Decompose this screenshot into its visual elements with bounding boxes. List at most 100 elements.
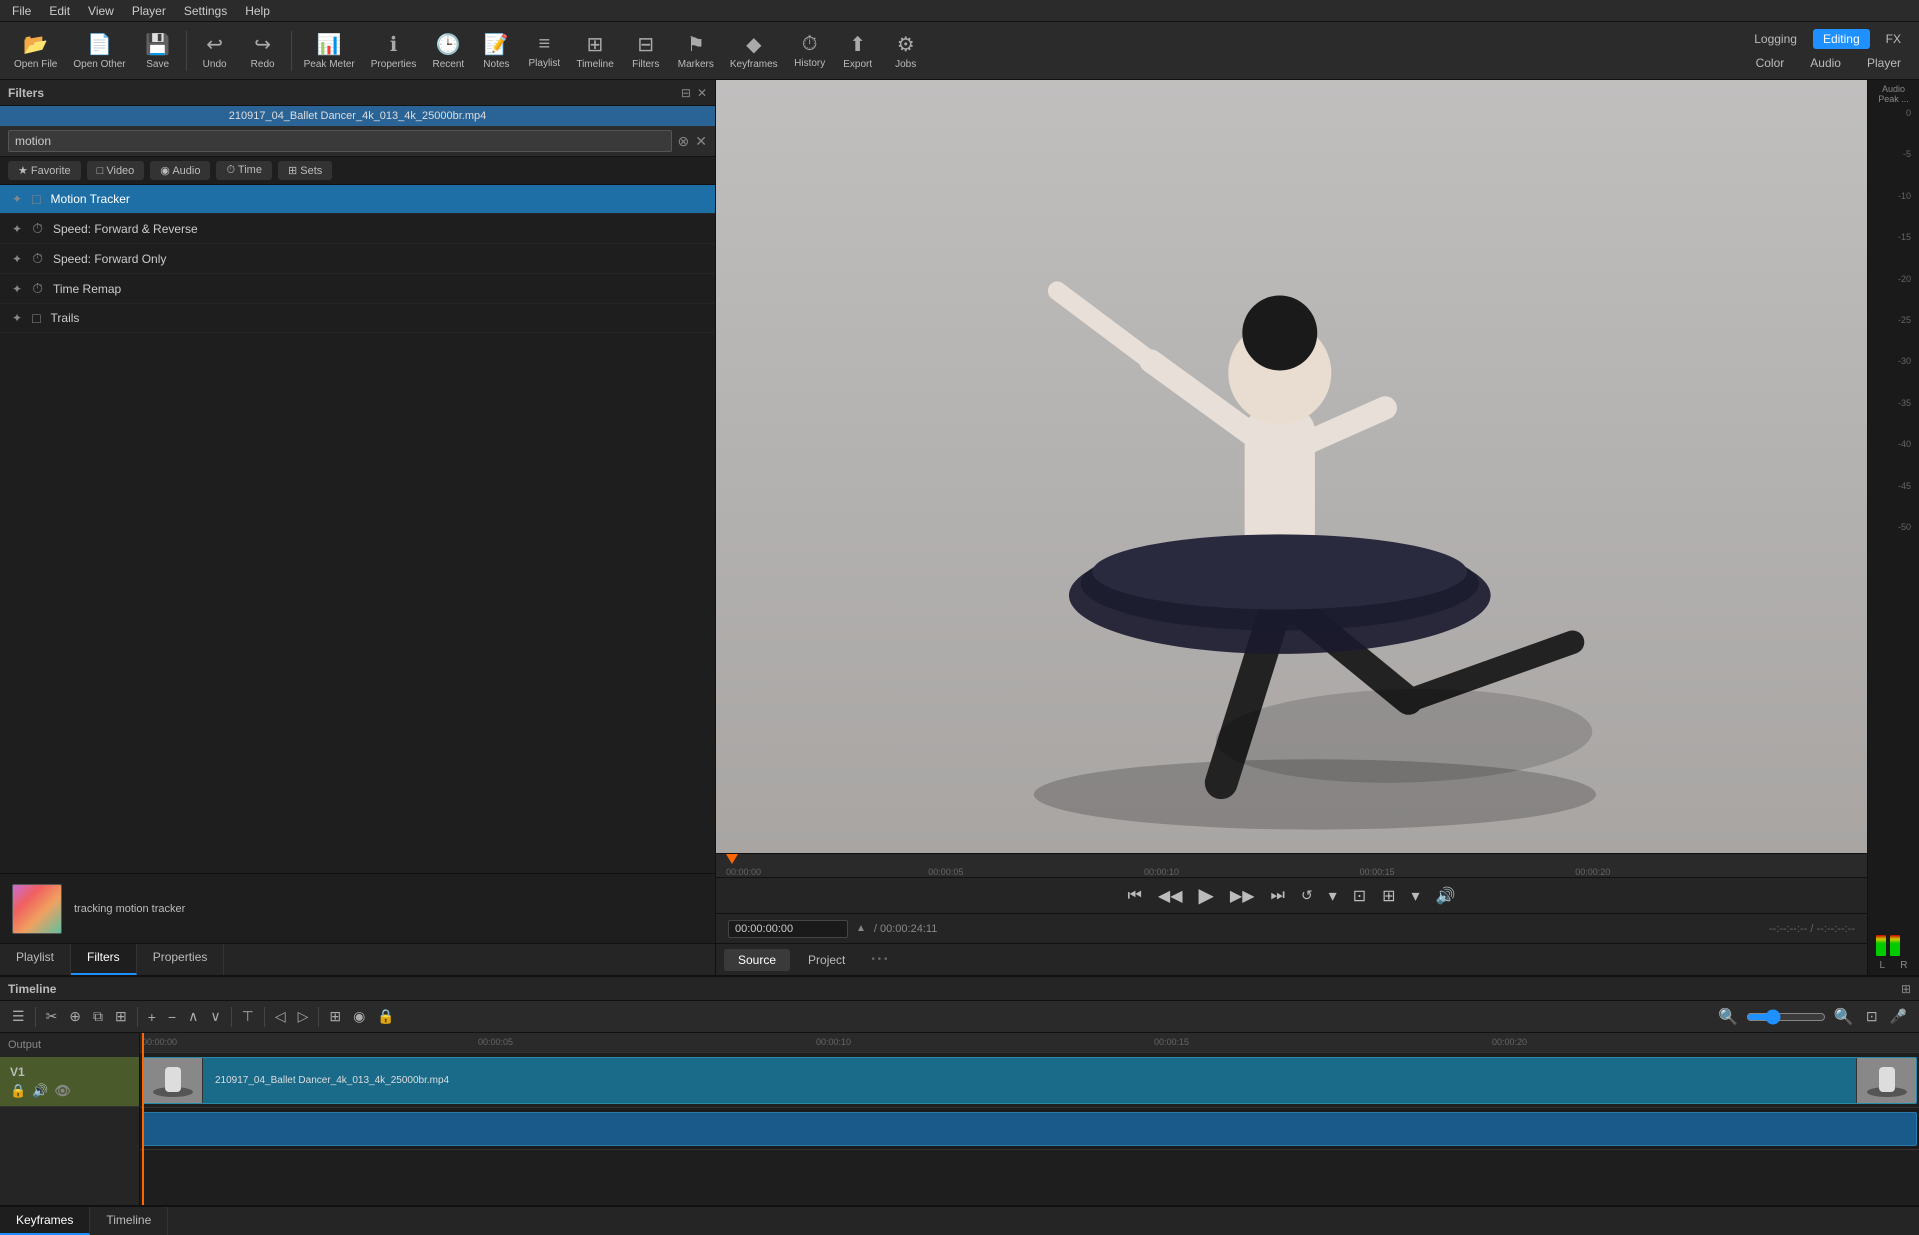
- tab-properties[interactable]: Properties: [137, 944, 225, 975]
- track-visible-icon[interactable]: 👁: [54, 1083, 71, 1099]
- track-lock-icon[interactable]: 🔒: [10, 1083, 26, 1099]
- tab-project[interactable]: Project: [794, 949, 859, 971]
- workspace-color[interactable]: Color: [1746, 53, 1795, 73]
- history-button[interactable]: ⏱ History: [788, 26, 832, 76]
- peak-label-0: 0: [1872, 108, 1915, 118]
- tl-append-button[interactable]: ⊞: [111, 1006, 131, 1027]
- workspace-player[interactable]: Player: [1857, 53, 1911, 73]
- skip-to-start-button[interactable]: ⏮: [1124, 883, 1146, 909]
- tl-menu-button[interactable]: ☰: [8, 1006, 29, 1027]
- tl-sep-5: [318, 1007, 319, 1027]
- jobs-button[interactable]: ⚙ Jobs: [884, 26, 928, 76]
- audio-clip[interactable]: [142, 1112, 1917, 1146]
- panel-shrink-icon[interactable]: ⊟: [681, 86, 691, 100]
- zoom-slider[interactable]: [1746, 1009, 1826, 1025]
- skip-to-end-button[interactable]: ⏭: [1267, 883, 1289, 909]
- filter-tab-favorite[interactable]: ★ Favorite: [8, 161, 81, 180]
- player-controls: ⏮ ◀◀ ▶ ▶▶ ⏭ ↺ ▾ ⊡ ⊞ ▾ 🔊: [716, 877, 1867, 913]
- tab-filters[interactable]: Filters: [71, 944, 137, 975]
- tl-ruler-mark-4: 00:00:20: [1492, 1037, 1527, 1047]
- tl-up-button[interactable]: ∧: [184, 1006, 202, 1027]
- filter-item-speed-forward-reverse[interactable]: ✦ ⏱ Speed: Forward & Reverse: [0, 214, 715, 244]
- tl-copy-button[interactable]: ⊕: [65, 1006, 85, 1027]
- tl-prev-edit-button[interactable]: ◁: [271, 1006, 290, 1027]
- search-input[interactable]: [8, 130, 672, 152]
- tl-snap-button[interactable]: ◉: [349, 1006, 369, 1027]
- tab-timeline[interactable]: Timeline: [90, 1207, 168, 1235]
- tl-ripple-button[interactable]: ⊞: [325, 1006, 345, 1027]
- play-forward-fast-button[interactable]: ▶▶: [1226, 882, 1259, 910]
- filter-tab-audio[interactable]: ◉ Audio: [150, 161, 210, 180]
- search-close-icon[interactable]: ✕: [695, 133, 707, 150]
- search-clear-icon[interactable]: ⊗: [678, 133, 690, 150]
- redo-button[interactable]: ↪ Redo: [241, 26, 285, 76]
- save-button[interactable]: 💾 Save: [136, 26, 180, 76]
- workspace-fx[interactable]: FX: [1876, 29, 1911, 49]
- tl-remove-button[interactable]: −: [164, 1007, 180, 1027]
- play-button[interactable]: ▶: [1195, 879, 1218, 912]
- tl-next-edit-button[interactable]: ▷: [294, 1006, 313, 1027]
- open-file-button[interactable]: 📂 Open File: [8, 26, 63, 76]
- tl-down-button[interactable]: ∨: [206, 1006, 224, 1027]
- zoom-in-button[interactable]: 🔍: [1830, 1005, 1858, 1029]
- filter-item-time-remap[interactable]: ✦ ⏱ Time Remap: [0, 274, 715, 304]
- grid-button[interactable]: ⊞: [1378, 882, 1399, 910]
- grid-options-button[interactable]: ▾: [1408, 882, 1424, 910]
- player-timeline-ruler[interactable]: 00:00:00 00:00:05 00:00:10 00:00:15 00:0…: [716, 853, 1867, 877]
- notes-button[interactable]: 📝 Notes: [474, 26, 518, 76]
- video-clip[interactable]: 210917_04_Ballet Dancer_4k_013_4k_25000b…: [142, 1057, 1917, 1104]
- filter-tab-sets[interactable]: ⊞ Sets: [278, 161, 332, 180]
- play-backward-button[interactable]: ◀◀: [1154, 882, 1187, 910]
- markers-button[interactable]: ⚑ Markers: [672, 26, 720, 76]
- panel-close-icon[interactable]: ✕: [697, 86, 707, 100]
- tl-paste-button[interactable]: ⧉: [89, 1006, 107, 1027]
- menu-player[interactable]: Player: [124, 2, 174, 20]
- filters-button[interactable]: ⊟ Filters: [624, 26, 668, 76]
- filter-item-trails[interactable]: ✦ □ Trails: [0, 304, 715, 333]
- peak-meter-button[interactable]: 📊 Peak Meter: [298, 26, 361, 76]
- zoom-out-button[interactable]: 🔍: [1714, 1005, 1742, 1029]
- tl-cut-button[interactable]: ✂: [42, 1006, 62, 1027]
- tl-split-button[interactable]: ⊤: [238, 1006, 258, 1027]
- filter-item-motion-tracker[interactable]: ✦ □ Motion Tracker: [0, 185, 715, 214]
- undo-button[interactable]: ↩ Undo: [193, 26, 237, 76]
- tl-playhead[interactable]: [142, 1033, 144, 1205]
- menu-file[interactable]: File: [4, 2, 39, 20]
- tab-keyframes[interactable]: Keyframes: [0, 1207, 90, 1235]
- tl-fit-button[interactable]: ⊡: [1862, 1006, 1882, 1027]
- filter-item-speed-forward-only[interactable]: ✦ ⏱ Speed: Forward Only: [0, 244, 715, 274]
- timeline-tracks[interactable]: 00:00:00 00:00:05 00:00:10 00:00:15 00:0…: [140, 1033, 1919, 1205]
- recent-button[interactable]: 🕒 Recent: [426, 26, 470, 76]
- time-input[interactable]: [728, 920, 848, 938]
- menu-view[interactable]: View: [80, 2, 122, 20]
- workspace-editing[interactable]: Editing: [1813, 29, 1870, 49]
- peak-bar-right: [1890, 935, 1900, 956]
- filter-tab-video[interactable]: □ Video: [87, 161, 145, 180]
- menu-settings[interactable]: Settings: [176, 2, 235, 20]
- menu-edit[interactable]: Edit: [41, 2, 78, 20]
- track-mute-icon[interactable]: 🔊: [32, 1083, 48, 1099]
- timeline-button[interactable]: ⊞ Timeline: [570, 26, 619, 76]
- filter-tab-time[interactable]: ⏱ Time: [216, 161, 271, 180]
- time-step-up[interactable]: ▲: [856, 923, 866, 934]
- export-button[interactable]: ⬆ Export: [836, 26, 880, 76]
- volume-button[interactable]: 🔊: [1432, 882, 1460, 910]
- tl-add-button[interactable]: +: [144, 1007, 160, 1027]
- tab-source[interactable]: Source: [724, 949, 790, 971]
- peak-label-1: -5: [1872, 149, 1915, 159]
- zoom-to-fit-button[interactable]: ⊡: [1349, 882, 1370, 910]
- workspace-logging[interactable]: Logging: [1744, 29, 1807, 49]
- loop-button[interactable]: ↺: [1297, 883, 1317, 908]
- keyframes-button[interactable]: ◆ Keyframes: [724, 26, 784, 76]
- tab-playlist[interactable]: Playlist: [0, 944, 71, 975]
- history-label: History: [794, 58, 825, 69]
- workspace-audio[interactable]: Audio: [1800, 53, 1851, 73]
- menu-help[interactable]: Help: [237, 2, 278, 20]
- timeline-settings-icon[interactable]: ⊞: [1901, 982, 1911, 996]
- properties-button[interactable]: ℹ Properties: [365, 26, 423, 76]
- playlist-button[interactable]: ≡ Playlist: [522, 26, 566, 76]
- tl-lock-button[interactable]: 🔒: [373, 1006, 398, 1027]
- open-other-button[interactable]: 📄 Open Other: [67, 26, 131, 76]
- loop-options-button[interactable]: ▾: [1325, 882, 1341, 910]
- tl-mic-button[interactable]: 🎤: [1886, 1006, 1911, 1027]
